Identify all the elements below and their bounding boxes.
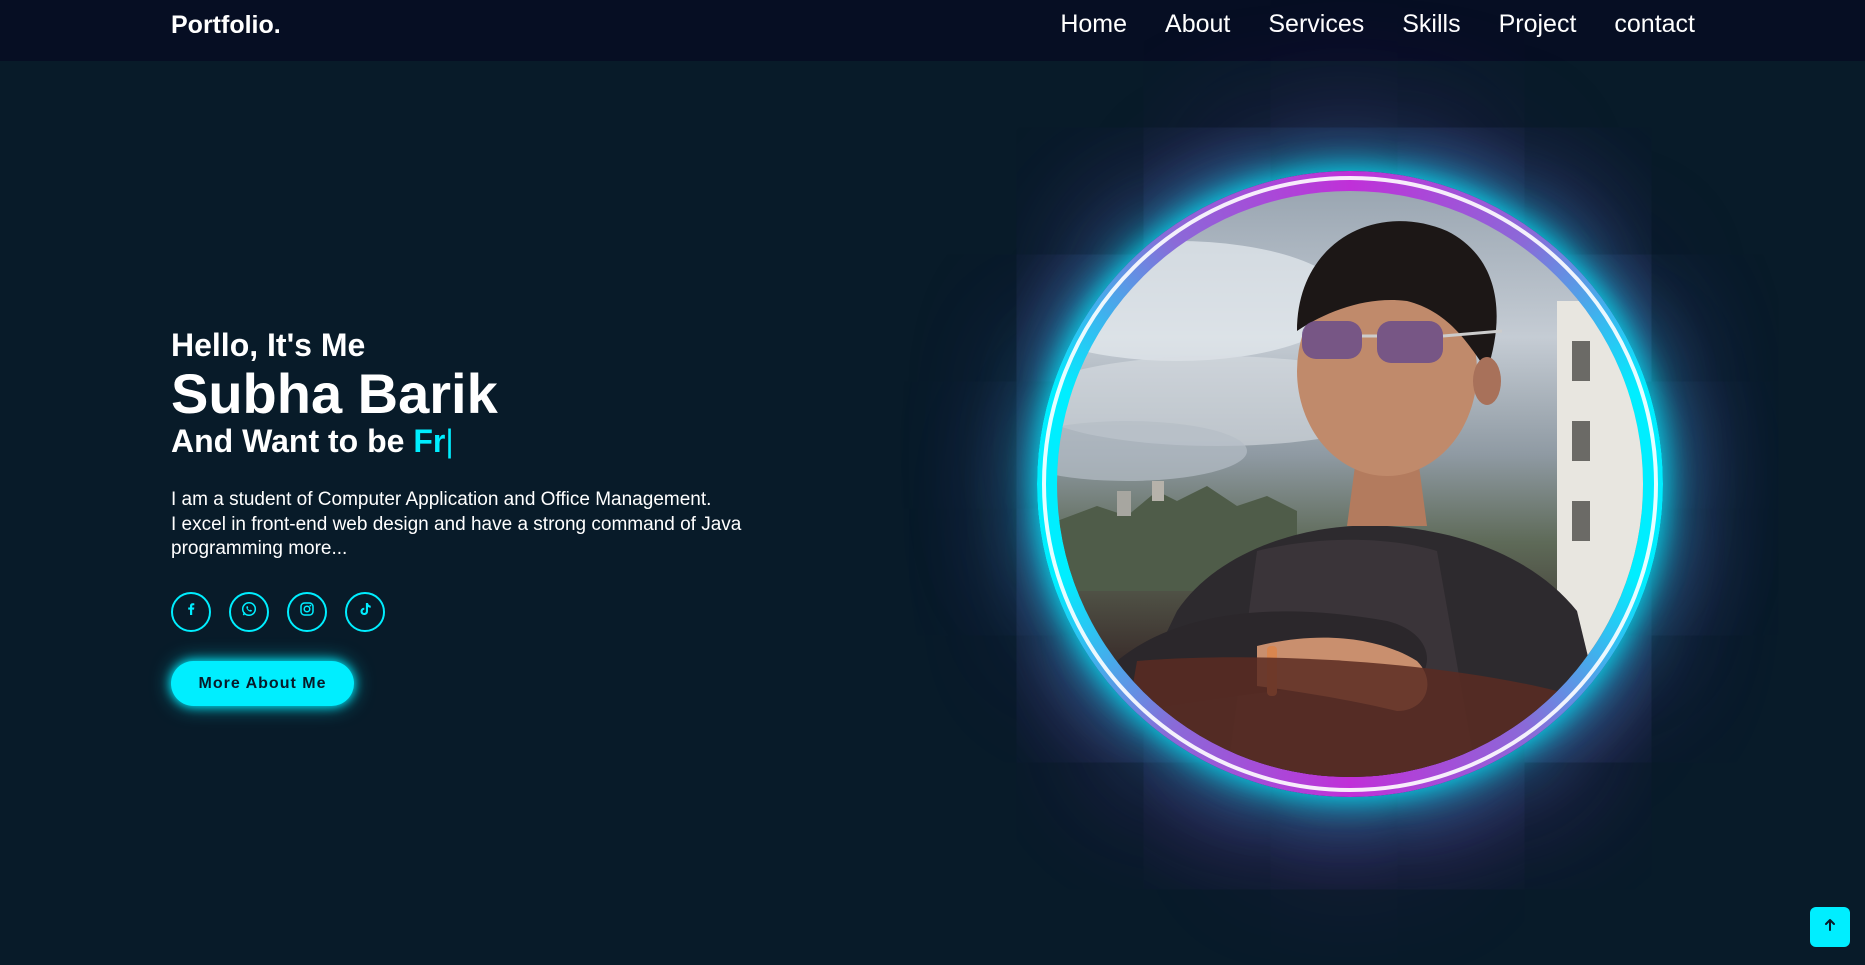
more-about-me-button[interactable]: More About Me bbox=[171, 660, 354, 706]
bio-line: I am a student of Computer Application a… bbox=[171, 489, 712, 510]
social-links bbox=[171, 591, 821, 632]
facebook-link[interactable] bbox=[171, 591, 211, 632]
tiktok-link[interactable] bbox=[345, 591, 385, 632]
role-prefix: And Want to be bbox=[171, 423, 414, 459]
bio-line: programming more... bbox=[171, 538, 348, 559]
whatsapp-link[interactable] bbox=[229, 591, 269, 632]
nav-about[interactable]: About bbox=[1165, 10, 1230, 39]
hero-name: Subha Barik bbox=[171, 362, 498, 425]
profile-image-frame bbox=[1037, 171, 1663, 797]
facebook-icon bbox=[183, 601, 199, 622]
nav-skills[interactable]: Skills bbox=[1402, 10, 1460, 39]
hero-content: Hello, It's Me Subha Barik And Want to b… bbox=[171, 325, 821, 706]
typing-caret: | bbox=[445, 423, 454, 459]
arrow-up-icon bbox=[1823, 918, 1837, 937]
greeting: Hello, It's Me bbox=[171, 327, 366, 363]
role-line: And Want to be Fr| bbox=[171, 421, 821, 461]
site-header: Portfolio. Home About Services Skills Pr… bbox=[0, 0, 1865, 61]
bio-line: I excel in front-end web design and have… bbox=[171, 513, 742, 535]
main-nav: Home About Services Skills Project conta… bbox=[1060, 10, 1695, 39]
scroll-top-button[interactable] bbox=[1810, 907, 1850, 947]
logo[interactable]: Portfolio. bbox=[171, 11, 281, 40]
nav-home[interactable]: Home bbox=[1060, 10, 1127, 39]
typed-role: Fr bbox=[413, 423, 446, 459]
instagram-icon bbox=[298, 600, 316, 623]
profile-photo bbox=[1057, 191, 1643, 777]
nav-services[interactable]: Services bbox=[1268, 10, 1364, 39]
bio-text: I am a student of Computer Application a… bbox=[171, 488, 821, 562]
nav-project[interactable]: Project bbox=[1499, 10, 1577, 39]
whatsapp-icon bbox=[240, 600, 258, 623]
nav-contact[interactable]: contact bbox=[1614, 10, 1695, 39]
instagram-link[interactable] bbox=[287, 591, 327, 632]
tiktok-icon bbox=[356, 600, 374, 623]
